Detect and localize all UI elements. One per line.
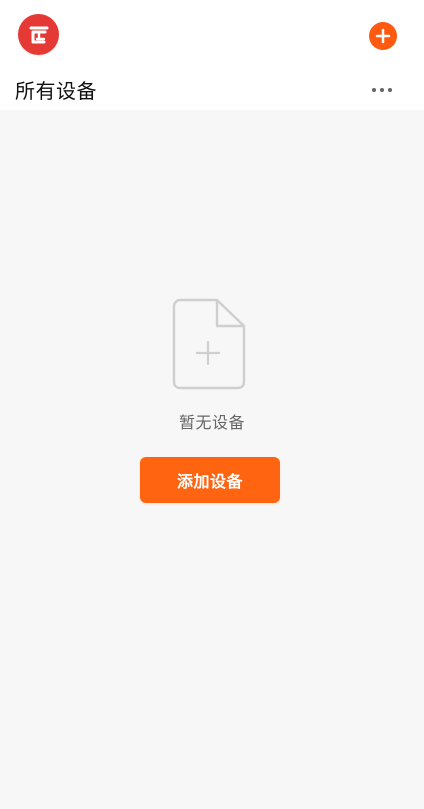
- device-list-screen: 所有设备 暂无设备 添加设备: [0, 0, 424, 809]
- add-device-button[interactable]: 添加设备: [140, 457, 280, 503]
- empty-state-container: 暂无设备 添加设备: [0, 110, 424, 809]
- top-bar: [0, 0, 424, 72]
- empty-state-message: 暂无设备: [178, 413, 245, 432]
- section-header: 所有设备: [0, 72, 424, 110]
- more-options-button[interactable]: [367, 75, 397, 105]
- more-dots-icon: [372, 88, 392, 92]
- empty-file-add-icon: [172, 298, 246, 390]
- add-device-icon-button[interactable]: [369, 22, 397, 50]
- page-title: 所有设备: [15, 79, 97, 103]
- plus-icon: [375, 28, 391, 44]
- brand-logo-icon: [18, 14, 59, 55]
